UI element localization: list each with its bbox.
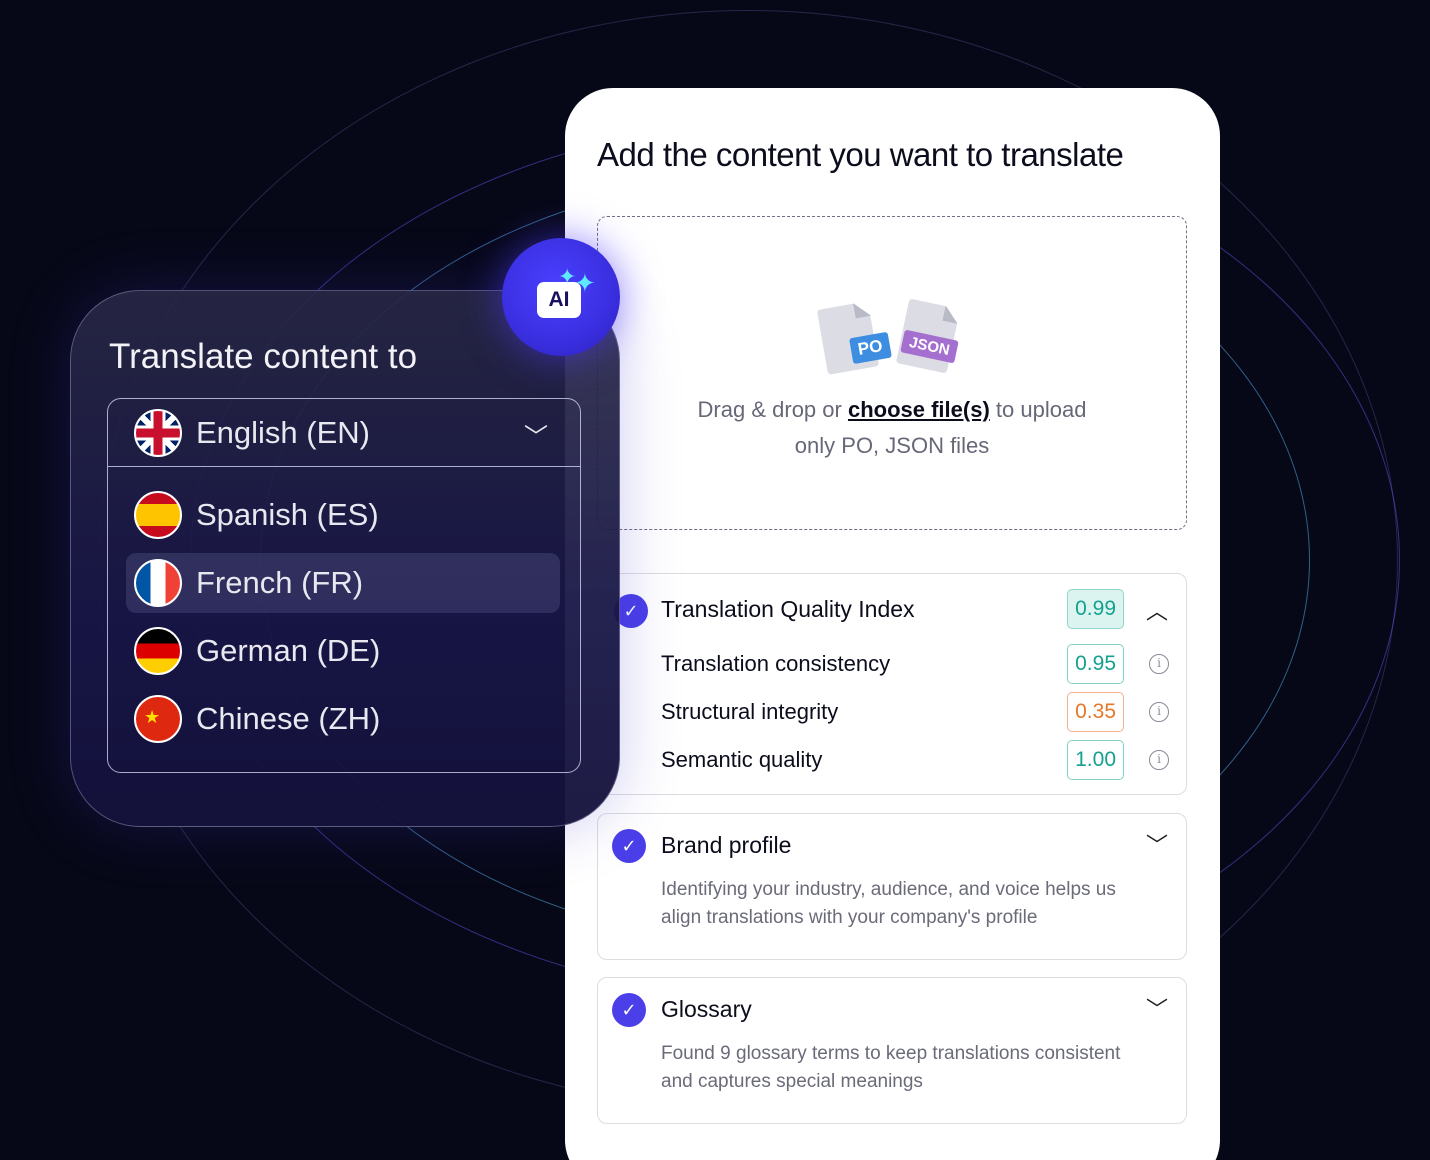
spain-flag-icon — [134, 491, 182, 539]
quality-index-title: Translation Quality Index — [661, 596, 915, 622]
brand-profile-description: Identifying your industry, audience, and… — [661, 879, 1116, 928]
language-option-german[interactable]: German (DE) — [126, 621, 560, 681]
language-option-chinese[interactable]: ★ Chinese (ZH) — [126, 689, 560, 749]
metric-label: Structural integrity — [661, 699, 839, 724]
check-icon: ✓ — [612, 829, 646, 863]
metric-row: Semantic quality 1.00 i — [661, 740, 1186, 780]
metric-score: 0.95 — [1067, 644, 1124, 684]
metric-label: Semantic quality — [661, 747, 823, 772]
language-option-label: Chinese (ZH) — [196, 701, 381, 736]
language-option-label: French (FR) — [196, 565, 364, 600]
language-dropdown-header[interactable]: English (EN) ﹀ — [108, 399, 580, 467]
chevron-down-icon[interactable]: ﹀ — [1146, 828, 1168, 860]
drop-prefix: Drag & drop or — [697, 397, 842, 422]
sparkle-icon: ✦ — [574, 268, 596, 298]
brand-profile-panel[interactable]: ✓ Brand profile ﹀ Identifying your indus… — [597, 813, 1187, 960]
selected-language-label: English (EN) — [196, 415, 370, 450]
metric-label: Translation consistency — [661, 651, 891, 676]
glossary-panel[interactable]: ✓ Glossary ﹀ Found 9 glossary terms to k… — [597, 977, 1187, 1124]
upload-panel: Add the content you want to translate PO… — [565, 88, 1220, 1160]
language-option-french[interactable]: French (FR) — [126, 553, 560, 613]
metric-score: 1.00 — [1067, 740, 1124, 780]
drop-suffix: to upload — [995, 397, 1087, 422]
metric-score: 0.35 — [1067, 692, 1124, 732]
language-option-label: German (DE) — [196, 633, 381, 668]
france-flag-icon — [134, 559, 182, 607]
upload-title: Add the content you want to translate — [597, 136, 1124, 173]
language-selector-card: Translate content to English (EN) ﹀ Span… — [70, 290, 620, 827]
drop-hint: only PO, JSON files — [794, 433, 990, 458]
glossary-title: Glossary — [661, 996, 752, 1022]
chevron-down-icon[interactable]: ﹀ — [524, 417, 548, 452]
china-flag-icon: ★ — [134, 695, 182, 743]
file-dropzone[interactable]: PO JSON Drag & drop or choose file(s) to… — [597, 216, 1187, 530]
language-card-title: Translate content to — [109, 337, 418, 376]
uk-flag-icon — [134, 409, 182, 457]
metric-row: Structural integrity 0.35 i — [661, 692, 1186, 732]
glossary-description: Found 9 glossary terms to keep translati… — [661, 1043, 1121, 1092]
po-file-tag: PO — [849, 331, 892, 365]
info-icon[interactable]: i — [1149, 654, 1169, 674]
choose-files-link[interactable]: choose file(s) — [848, 397, 990, 422]
brand-profile-title: Brand profile — [661, 832, 792, 858]
chevron-up-icon[interactable]: ︿ — [1146, 594, 1168, 626]
metric-row: Translation consistency 0.95 i — [661, 644, 1186, 684]
ai-badge: AI ✦ ✦ — [502, 238, 620, 356]
language-option-spanish[interactable]: Spanish (ES) — [126, 485, 560, 545]
language-option-label: Spanish (ES) — [196, 497, 379, 532]
quality-index-panel: ✓ Translation Quality Index 0.99 ︿ Trans… — [597, 573, 1187, 795]
check-icon: ✓ — [612, 993, 646, 1027]
drop-instructions: Drag & drop or choose file(s) to upload — [598, 397, 1186, 423]
info-icon[interactable]: i — [1149, 702, 1169, 722]
germany-flag-icon — [134, 627, 182, 675]
selected-language: English (EN) — [126, 403, 560, 463]
info-icon[interactable]: i — [1149, 750, 1169, 770]
chevron-down-icon[interactable]: ﹀ — [1146, 992, 1168, 1024]
quality-index-score: 0.99 — [1067, 589, 1124, 629]
language-dropdown[interactable]: English (EN) ﹀ Spanish (ES) French (FR) … — [107, 398, 581, 773]
